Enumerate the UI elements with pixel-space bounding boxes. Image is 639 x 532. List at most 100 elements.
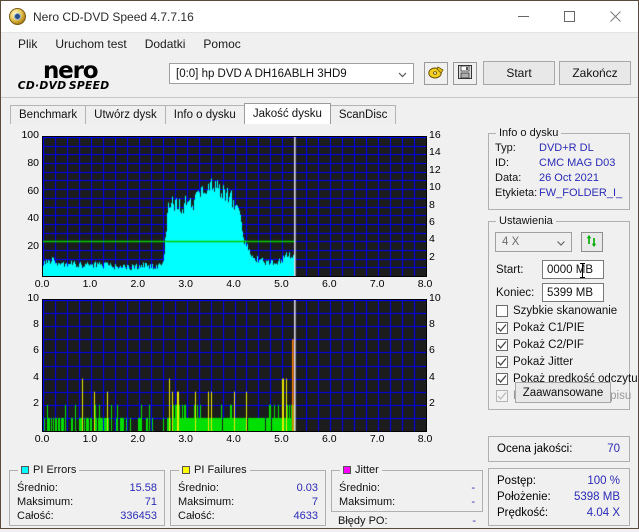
axis-tick-label: 1.0 — [82, 278, 98, 290]
refresh-button[interactable] — [581, 232, 603, 252]
pi-errors-total-row: Całość: 336453 — [10, 509, 164, 523]
pi-errors-average-label: Średnio: — [17, 482, 58, 494]
axis-tick-label: 6 — [429, 215, 435, 228]
jitter-box: Jitter Średnio: - Maksimum: - — [331, 464, 483, 512]
pie-chart: 100 80 60 40 20 2 4 6 8 10 12 14 16 0.0 1.0 2.0 3.0 4.0… — [11, 126, 483, 294]
axis-tick-label: 20 — [27, 240, 39, 253]
position-value: 5398 MB — [573, 491, 620, 503]
end-field-row: Koniec: 5399 MB — [496, 283, 604, 302]
checkbox-row-quick-scan[interactable]: Szybkie skanowanie — [496, 305, 617, 317]
tab-scandisc[interactable]: ScanDisc — [329, 105, 397, 124]
disc-info-button[interactable] — [424, 62, 448, 85]
checkbox-quick-scan[interactable] — [496, 305, 508, 317]
disc-id-label: ID: — [495, 157, 510, 169]
start-input[interactable]: 0000 MB — [542, 260, 604, 279]
axis-tick-label: 12 — [429, 163, 441, 176]
axis-tick-label: 2.0 — [130, 433, 146, 445]
menu-item-uruchom-test[interactable]: Uruchom test — [46, 35, 135, 53]
menu-item-dodatki[interactable]: Dodatki — [136, 35, 195, 53]
tab-strip: Benchmark Utwórz dysk Info o dysku Jakoś… — [1, 103, 638, 124]
end-input[interactable]: 5399 MB — [542, 283, 604, 302]
menu-item-pomoc[interactable]: Pomoc — [194, 35, 249, 53]
drive-select[interactable]: [0:0] hp DVD A DH16ABLH 3HD9 — [169, 63, 414, 84]
disc-type-value: DVD+R DL — [539, 142, 594, 154]
pi-failures-average-row: Średnio: 0.03 — [171, 481, 325, 495]
checkbox-c1-pie[interactable] — [496, 322, 508, 334]
checkbox-row-c2-pif[interactable]: Pokaż C2/PIF — [496, 339, 584, 351]
speed-row: Prędkość: 4.04 X — [489, 505, 629, 521]
disc-date-label: Data: — [495, 172, 522, 184]
settings-title: Ustawienia — [496, 215, 556, 227]
po-errors-row: Błędy PO: - — [331, 514, 483, 528]
po-errors-value: - — [472, 515, 476, 527]
axis-tick-label: 10 — [27, 292, 39, 304]
pi-failures-average-value: 0.03 — [296, 482, 318, 494]
chevron-down-icon — [556, 238, 566, 248]
checkbox-jitter-label: Pokaż Jitter — [513, 356, 574, 368]
progress-panel: Postęp: 100 % Położenie: 5398 MB Prędkość:… — [488, 468, 630, 526]
exit-button[interactable]: Zakończ — [559, 61, 631, 85]
pi-errors-color-swatch — [21, 466, 29, 474]
axis-tick-label: 10 — [429, 292, 441, 304]
axis-tick-label: 10 — [429, 181, 441, 194]
checkbox-jitter[interactable] — [496, 356, 508, 368]
quality-score-label: Ocena jakości: — [497, 443, 573, 455]
main-content: 100 80 60 40 20 2 4 6 8 10 12 14 16 0.0 1.0 2.0 3.0 4.0… — [1, 124, 638, 528]
pi-errors-box: PI Errors Średnio: 15.58 Maksimum: 71 Cało… — [9, 464, 165, 526]
pi-errors-average-row: Średnio: 15.58 — [10, 481, 164, 495]
title-bar: Nero CD-DVD Speed 4.7.7.16 — [1, 1, 638, 33]
start-field-row: Start: 0000 MB — [496, 260, 604, 279]
minimize-icon[interactable] — [500, 1, 546, 32]
close-icon[interactable] — [592, 1, 638, 32]
checkbox-read-speed[interactable] — [496, 373, 508, 385]
jitter-title-label: Jitter — [355, 464, 379, 476]
pi-failures-total-value: 4633 — [293, 510, 318, 522]
pif-chart: 10 8 6 4 2 10 8 6 4 2 0.0 1.0 2.0 3.0 4.0 5.0 6.0 7.0 8.… — [11, 292, 483, 456]
toolbar: nero CD·DVD SPEED [0:0] hp DVD A DH16ABL… — [1, 55, 638, 98]
progress-value: 100 % — [587, 475, 620, 487]
app-window: Nero CD-DVD Speed 4.7.7.16 Plik Uruchom … — [0, 0, 639, 529]
disc-label-label: Etykieta: — [495, 187, 538, 199]
end-field-label: Koniec: — [496, 286, 535, 299]
disc-info-row-label: Etykieta: FW_FOLDER_I_ — [489, 186, 629, 201]
checkbox-c2-pif[interactable] — [496, 339, 508, 351]
tab-utworz-dysk-label: Utwórz dysk — [94, 109, 157, 121]
menu-item-plik[interactable]: Plik — [9, 35, 46, 53]
tab-jakosc-dysku[interactable]: Jakość dysku — [243, 103, 331, 124]
chevron-down-icon — [397, 69, 408, 80]
axis-tick-label: 4 — [33, 370, 39, 383]
jitter-max-value: - — [471, 496, 475, 508]
axis-tick-label: 80 — [27, 156, 39, 169]
speed-value: 4.04 X — [586, 507, 620, 519]
advanced-button[interactable]: Zaawansowane — [515, 382, 611, 403]
jitter-max-row: Maksimum: - — [332, 495, 482, 509]
save-button[interactable] — [453, 62, 477, 85]
settings-panel: Ustawienia 4 X Start: 0000 MB Koniec: 53… — [488, 215, 638, 410]
pi-errors-total-label: Całość: — [17, 510, 54, 522]
app-icon — [9, 8, 26, 25]
checkbox-row-c1-pie[interactable]: Pokaż C1/PIE — [496, 322, 585, 334]
speed-label: Prędkość: — [497, 507, 549, 519]
tab-info-o-dysku[interactable]: Info o dysku — [164, 105, 245, 124]
axis-tick-label: 7.0 — [369, 278, 385, 290]
axis-tick-label: 100 — [21, 129, 39, 141]
checkbox-c2-pif-label: Pokaż C2/PIF — [513, 339, 584, 351]
pi-errors-average-value: 15.58 — [129, 482, 157, 494]
pi-failures-box: PI Failures Średnio: 0.03 Maksimum: 7 Cało… — [170, 464, 326, 526]
start-button[interactable]: Start — [483, 61, 555, 85]
disc-info-panel: Info o dysku Typ: DVD+R DL ID: CMC MAG D03… — [488, 127, 630, 210]
jitter-box-title: Jitter — [340, 464, 382, 476]
end-input-value: 5399 MB — [547, 286, 594, 299]
axis-tick-label: 14 — [429, 146, 441, 159]
quality-score-panel: Ocena jakości: 70 — [488, 436, 630, 462]
maximize-icon[interactable] — [546, 1, 592, 32]
pi-failures-title-label: PI Failures — [194, 464, 247, 476]
stat-boxes: PI Errors Średnio: 15.58 Maksimum: 71 Cało… — [9, 462, 483, 532]
speed-select[interactable]: 4 X — [495, 232, 572, 252]
axis-tick-label: 8 — [429, 198, 435, 211]
axis-tick-label: 8.0 — [417, 278, 433, 290]
tab-utworz-dysk[interactable]: Utwórz dysk — [85, 105, 166, 124]
tab-benchmark[interactable]: Benchmark — [10, 105, 87, 124]
tab-jakosc-dysku-label: Jakość dysku — [252, 108, 322, 120]
checkbox-row-jitter[interactable]: Pokaż Jitter — [496, 356, 573, 368]
